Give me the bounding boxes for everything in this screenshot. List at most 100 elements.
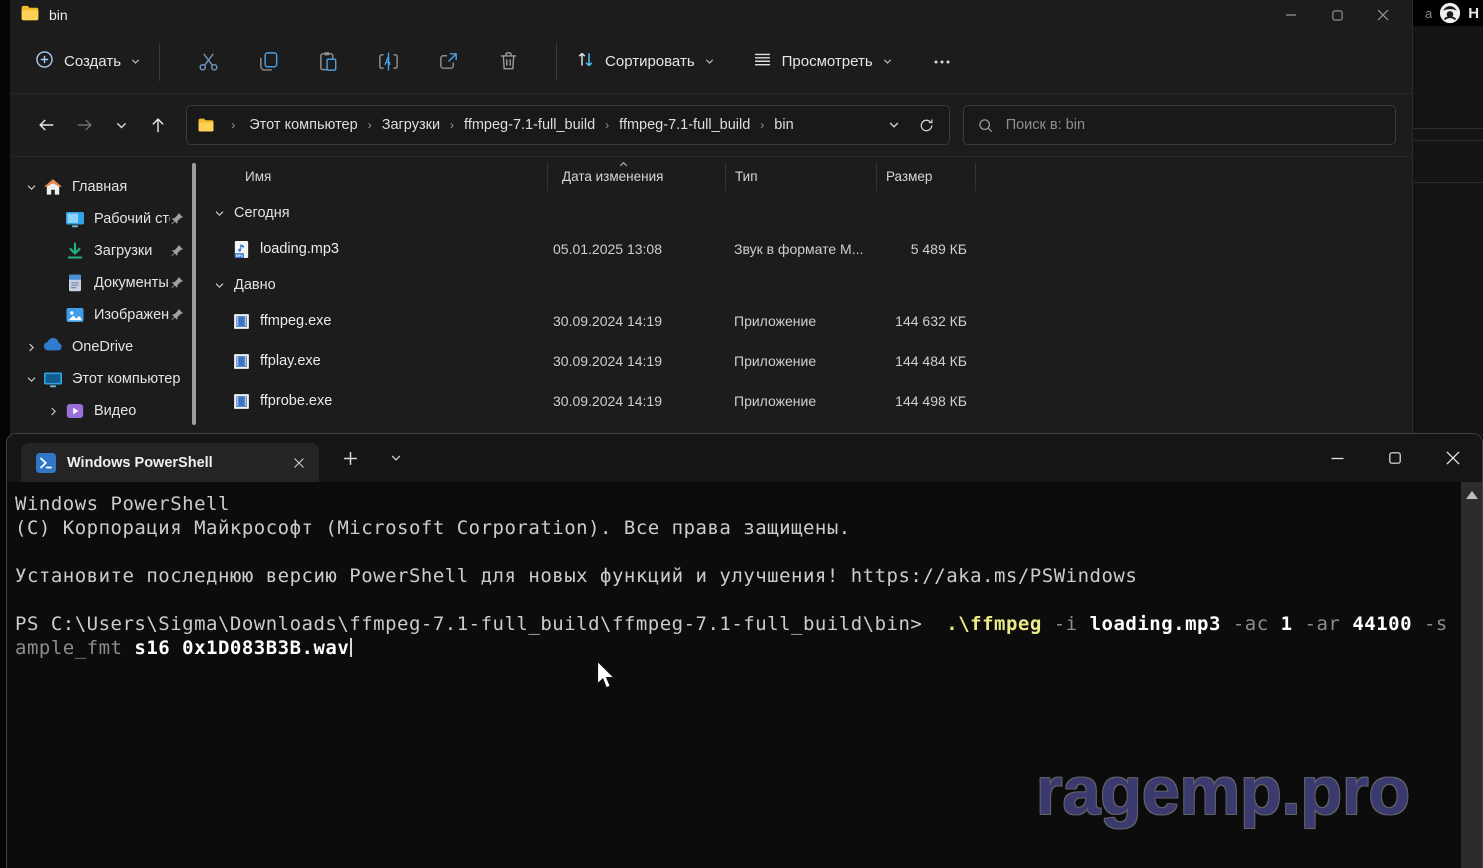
column-header-name[interactable]: Имя: [245, 169, 271, 184]
sidebar-item-onedrive[interactable]: OneDrive: [10, 331, 206, 363]
copy-button[interactable]: [245, 39, 291, 85]
view-button[interactable]: Просмотреть: [752, 49, 893, 74]
toolbar-separator: [159, 43, 160, 81]
exe-file-icon: [232, 392, 251, 411]
cut-button[interactable]: [185, 39, 231, 85]
terminal-line: Установите последнюю версию PowerShell д…: [15, 564, 1461, 588]
breadcrumb-item[interactable]: ffmpeg-7.1-full_build: [461, 115, 598, 135]
mouse-cursor: [596, 660, 618, 697]
paste-button[interactable]: [305, 39, 351, 85]
file-group-label: Давно: [234, 277, 276, 293]
file-row-loading.mp3[interactable]: MP3loading.mp305.01.2025 13:08Звук в фор…: [206, 229, 1412, 269]
sidebar-item-downloads[interactable]: Загрузки: [10, 235, 206, 267]
terminal-tab-title: Windows PowerShell: [67, 455, 213, 471]
chevron-right-icon[interactable]: [42, 406, 64, 417]
explorer-body: Главная Рабочий сто... ЗагрузкиДокументыИз…: [10, 157, 1412, 437]
column-header-type[interactable]: Тип: [735, 169, 758, 184]
back-button[interactable]: [26, 107, 66, 143]
new-tab-button[interactable]: [337, 445, 364, 472]
chevron-down-icon[interactable]: [20, 374, 42, 385]
exe-file-icon: [232, 312, 251, 331]
powershell-icon: [36, 453, 56, 473]
file-row-ffmpeg.exe[interactable]: ffmpeg.exe30.09.2024 14:19Приложение144 …: [206, 301, 1412, 341]
rename-button[interactable]: [365, 39, 411, 85]
search-box[interactable]: Поиск в: bin: [963, 105, 1396, 145]
breadcrumb-item[interactable]: Этот компьютер: [246, 115, 360, 135]
maximize-button[interactable]: [1366, 434, 1424, 482]
terminal-text-segment: [1078, 613, 1090, 635]
desktop-icon: [65, 209, 85, 229]
up-button[interactable]: [139, 107, 179, 143]
tab-dropdown-chevron-icon[interactable]: [384, 446, 408, 470]
downloads-icon: [65, 241, 85, 261]
tab-close-icon[interactable]: [289, 453, 309, 473]
address-bar[interactable]: › Этот компьютер›Загрузки›ffmpeg-7.1-ful…: [186, 105, 949, 145]
share-button[interactable]: [425, 39, 471, 85]
breadcrumb-item[interactable]: Загрузки: [379, 115, 443, 135]
file-group-header[interactable]: Сегодня: [206, 197, 1412, 229]
terminal-text-segment: ample_fmt: [15, 637, 122, 659]
breadcrumb: Этот компьютер›Загрузки›ffmpeg-7.1-full_…: [246, 115, 796, 135]
refresh-icon[interactable]: [918, 117, 935, 134]
sidebar-item-video[interactable]: Видео: [10, 395, 206, 427]
file-size: 5 489 КБ: [806, 241, 967, 257]
terminal-tab[interactable]: Windows PowerShell: [21, 443, 319, 482]
breadcrumb-item[interactable]: ffmpeg-7.1-full_build: [616, 115, 753, 135]
address-dropdown-chevron-icon[interactable]: [888, 119, 900, 131]
plus-circle-icon: [34, 49, 55, 74]
file-row-ffplay.exe[interactable]: ffplay.exe30.09.2024 14:19Приложение144 …: [206, 341, 1412, 381]
sidebar-item-pictures[interactable]: Изображени...: [10, 299, 206, 331]
delete-button[interactable]: [485, 39, 531, 85]
column-resize-handle[interactable]: [725, 163, 726, 191]
explorer-command-bar: Создать Сортировать Просмотреть: [10, 30, 1412, 94]
column-resize-handle[interactable]: [975, 163, 976, 191]
minimize-button[interactable]: [1268, 1, 1314, 29]
more-options-button[interactable]: [919, 39, 965, 85]
window-title: bin: [49, 7, 68, 23]
chevron-right-icon[interactable]: [20, 342, 42, 353]
maximize-button[interactable]: [1314, 1, 1360, 29]
file-group-header[interactable]: Давно: [206, 269, 1412, 301]
sidebar-item-thispc[interactable]: Этот компьютер: [10, 363, 206, 395]
file-type: Приложение: [734, 353, 816, 369]
file-type: Приложение: [734, 393, 816, 409]
column-header-date[interactable]: Дата изменения: [562, 169, 663, 184]
sort-button[interactable]: Сортировать: [575, 49, 715, 74]
close-button[interactable]: [1424, 434, 1482, 482]
recent-locations-button[interactable]: [105, 107, 139, 143]
column-resize-handle[interactable]: [876, 163, 877, 191]
file-date: 05.01.2025 13:08: [553, 241, 662, 257]
column-header-size[interactable]: Размер: [886, 169, 932, 184]
sidebar-item-desktop[interactable]: Рабочий сто...: [10, 203, 206, 235]
forward-button[interactable]: [66, 107, 106, 143]
minimize-button[interactable]: [1308, 434, 1366, 482]
exe-file-icon: [232, 352, 251, 371]
sidebar-item-home[interactable]: Главная: [10, 171, 206, 203]
sidebar-scrollbar[interactable]: [192, 163, 196, 425]
home-icon: [43, 177, 63, 197]
terminal-line: (C) Корпорация Майкрософт (Microsoft Cor…: [15, 516, 1461, 540]
breadcrumb-item[interactable]: bin: [771, 115, 796, 135]
terminal-text-segment: -ac: [1233, 613, 1269, 635]
scroll-up-arrow-icon[interactable]: [1466, 491, 1478, 499]
sidebar-item-documents[interactable]: Документы: [10, 267, 206, 299]
divider: [1414, 128, 1483, 129]
file-list: Имя Дата изменения Тип Размер СегодняMP3…: [206, 157, 1412, 437]
close-button[interactable]: [1360, 1, 1406, 29]
chevron-down-icon[interactable]: [20, 182, 42, 193]
background-window: а Н: [1412, 0, 1483, 437]
file-date: 30.09.2024 14:19: [553, 313, 662, 329]
terminal-line: ample_fmt s16 0x1D083B3B.wav: [15, 636, 1461, 660]
terminal-line: [15, 540, 1461, 564]
file-row-ffprobe.exe[interactable]: ffprobe.exe30.09.2024 14:19Приложение144…: [206, 381, 1412, 421]
sidebar-item-label: Рабочий сто...: [94, 211, 170, 227]
file-date: 30.09.2024 14:19: [553, 393, 662, 409]
pc-icon: [43, 369, 63, 389]
mp3-file-icon: MP3: [232, 240, 251, 259]
chevron-down-icon: [214, 280, 225, 291]
terminal-scrollbar[interactable]: [1461, 482, 1482, 868]
column-resize-handle[interactable]: [547, 163, 548, 191]
new-button[interactable]: Создать: [34, 49, 141, 74]
sort-button-label: Сортировать: [605, 53, 695, 70]
avatar-icon: [1439, 2, 1461, 24]
